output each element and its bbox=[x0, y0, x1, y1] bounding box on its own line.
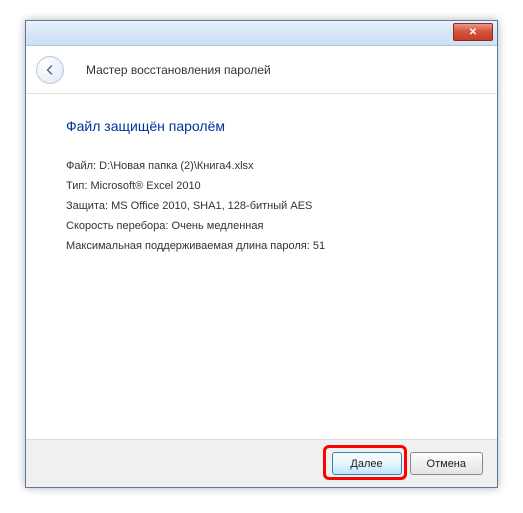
close-icon: ✕ bbox=[469, 27, 477, 38]
content-area: Файл защищён паролём Файл: D:\Новая папк… bbox=[26, 94, 497, 256]
info-protection: Защита: MS Office 2010, SHA1, 128-битный… bbox=[66, 196, 467, 216]
titlebar: ✕ bbox=[26, 21, 497, 46]
cancel-button[interactable]: Отмена bbox=[410, 452, 483, 475]
speed-label: Скорость перебора: bbox=[66, 220, 168, 232]
file-value: D:\Новая папка (2)\Книга4.xlsx bbox=[99, 160, 253, 172]
speed-value: Очень медленная bbox=[172, 220, 264, 232]
page-heading: Файл защищён паролём bbox=[66, 118, 467, 134]
header: Мастер восстановления паролей bbox=[26, 46, 497, 94]
type-label: Тип: bbox=[66, 180, 87, 192]
protection-label: Защита: bbox=[66, 200, 108, 212]
info-type: Тип: Microsoft® Excel 2010 bbox=[66, 176, 467, 196]
back-button[interactable] bbox=[36, 56, 64, 84]
close-button[interactable]: ✕ bbox=[453, 23, 493, 41]
maxlen-value: 51 bbox=[313, 240, 325, 252]
type-value: Microsoft® Excel 2010 bbox=[90, 180, 200, 192]
wizard-title: Мастер восстановления паролей bbox=[86, 63, 271, 77]
info-file: Файл: D:\Новая папка (2)\Книга4.xlsx bbox=[66, 156, 467, 176]
dialog-window: ✕ Мастер восстановления паролей Файл защ… bbox=[25, 20, 498, 488]
button-bar: Далее Отмена bbox=[26, 439, 497, 487]
file-label: Файл: bbox=[66, 160, 96, 172]
protection-value: MS Office 2010, SHA1, 128-битный AES bbox=[111, 200, 312, 212]
maxlen-label: Максимальная поддерживаемая длина пароля… bbox=[66, 240, 310, 252]
arrow-left-icon bbox=[44, 64, 56, 76]
next-button[interactable]: Далее bbox=[332, 452, 402, 475]
info-speed: Скорость перебора: Очень медленная bbox=[66, 216, 467, 236]
info-maxlen: Максимальная поддерживаемая длина пароля… bbox=[66, 236, 467, 256]
